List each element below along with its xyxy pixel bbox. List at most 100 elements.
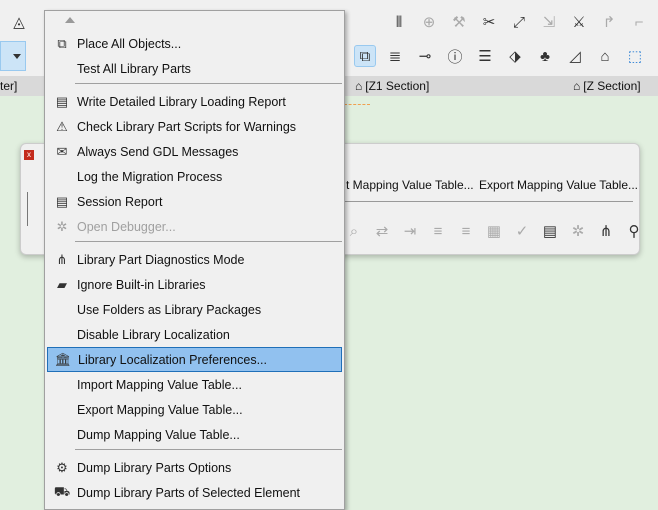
blank-icon bbox=[47, 425, 77, 445]
menu-item[interactable]: Log the Migration Process bbox=[47, 164, 342, 189]
menu-item-label: Test All Library Parts bbox=[77, 62, 191, 76]
folder-icon: ▰ bbox=[47, 275, 77, 295]
diagnostics-icon: ⋔ bbox=[47, 250, 77, 270]
blank-icon bbox=[47, 300, 77, 320]
menu-item-label: Disable Library Localization bbox=[77, 328, 230, 342]
menu-item-label: Check Library Part Scripts for Warnings bbox=[77, 120, 296, 134]
info-icon[interactable]: ⓘ bbox=[444, 45, 466, 67]
menu-item[interactable]: ⚠Check Library Part Scripts for Warnings bbox=[47, 114, 342, 139]
export-mapping-button[interactable]: Export Mapping Value Table... bbox=[479, 178, 638, 192]
menu-item-label: Place All Objects... bbox=[77, 37, 181, 51]
menu-item[interactable]: Use Folders as Library Packages bbox=[47, 297, 342, 322]
resize-icon[interactable]: ⤢ bbox=[508, 11, 530, 33]
menu-item-label: Use Folders as Library Packages bbox=[77, 303, 261, 317]
menu-item-label: Library Localization Preferences... bbox=[78, 353, 267, 367]
menu-item[interactable]: ✉Always Send GDL Messages bbox=[47, 139, 342, 164]
scissors-icon[interactable]: ✂ bbox=[478, 11, 500, 33]
dropdown-button[interactable] bbox=[0, 41, 26, 71]
tab-z1-section[interactable]: ⌂[Z1 Section] bbox=[355, 79, 429, 93]
tab-label: [Z Section] bbox=[583, 79, 640, 93]
menu-separator bbox=[75, 241, 342, 245]
close-icon[interactable]: x bbox=[24, 150, 34, 160]
zoom-icon[interactable]: ⊕ bbox=[418, 11, 440, 33]
report-icon: ▤ bbox=[47, 192, 77, 212]
menu-item-label: Dump Library Parts of Selected Element bbox=[77, 486, 300, 500]
menu-items: ⧉Place All Objects... Test All Library Pa… bbox=[45, 31, 344, 510]
menu-item-label: Ignore Built-in Libraries bbox=[77, 278, 206, 292]
menu-separator bbox=[75, 449, 342, 453]
message-icon: ✉ bbox=[47, 142, 77, 162]
house-icon: ⌂ bbox=[573, 79, 580, 93]
menu-item[interactable]: ▰Ignore Built-in Libraries bbox=[47, 272, 342, 297]
toolbar-left: ◬ bbox=[8, 8, 30, 36]
blank-icon bbox=[47, 167, 77, 187]
house-icon[interactable]: ⌂ bbox=[594, 45, 616, 67]
link-icon[interactable]: ⊸ bbox=[414, 45, 436, 67]
error-list-icon[interactable]: ≡ bbox=[455, 220, 477, 242]
tag-icon[interactable]: ⬗ bbox=[504, 45, 526, 67]
divider bbox=[27, 192, 28, 226]
menu-item-label: Log the Migration Process bbox=[77, 170, 222, 184]
blank-icon bbox=[47, 375, 77, 395]
report-icon: ▤ bbox=[47, 92, 77, 112]
menu-item[interactable]: ⛟Dump Library Parts of Selected Element bbox=[47, 480, 342, 505]
debugger-icon: ✲ bbox=[47, 217, 77, 237]
place-objects-icon: ⧉ bbox=[47, 34, 77, 54]
import-mapping-button[interactable]: t Mapping Value Table... bbox=[346, 178, 474, 192]
menu-item[interactable]: ⚙Dump Library Parts Options bbox=[47, 455, 342, 480]
view-icon[interactable]: ◿ bbox=[564, 45, 586, 67]
tab-label: ter] bbox=[0, 79, 17, 93]
indent-icon[interactable]: ⇥ bbox=[399, 220, 421, 242]
scroll-up-icon[interactable] bbox=[65, 17, 75, 23]
library-icon[interactable]: ⧉ bbox=[354, 45, 376, 67]
blank-icon bbox=[47, 59, 77, 79]
list-icon[interactable]: ☰ bbox=[474, 45, 496, 67]
3d-icon[interactable]: ⬚ bbox=[624, 45, 646, 67]
menu-item-label: Library Part Diagnostics Mode bbox=[77, 253, 244, 267]
menu-item[interactable]: Export Mapping Value Table... bbox=[47, 397, 342, 422]
tool-icon[interactable]: ⚔ bbox=[568, 11, 590, 33]
menu-item[interactable]: Write Archicad data provided to GDL bbox=[47, 505, 342, 510]
archicad-logo-icon[interactable]: ◬ bbox=[8, 11, 30, 33]
dump-options-icon: ⚙ bbox=[47, 458, 77, 478]
menu-item[interactable]: Import Mapping Value Table... bbox=[47, 372, 342, 397]
toolbar-row-1: ⫴ ⊕ ⚒ ✂ ⤢ ⇲ ⚔ ↱ ⌐ bbox=[388, 8, 650, 36]
warning-list-icon[interactable]: ≡ bbox=[427, 220, 449, 242]
menu-item-label: Write Detailed Library Loading Report bbox=[77, 95, 286, 109]
localization-icon[interactable]: ⚲ bbox=[623, 220, 645, 242]
diagnostics-icon[interactable]: ⋔ bbox=[595, 220, 617, 242]
menu-item[interactable]: ⧉Place All Objects... bbox=[47, 31, 342, 56]
debugger-icon[interactable]: ✲ bbox=[567, 220, 589, 242]
move-icon[interactable]: ⇲ bbox=[538, 11, 560, 33]
menu-item[interactable]: ▤Session Report bbox=[47, 189, 342, 214]
check-script-icon[interactable]: ✓ bbox=[511, 220, 533, 242]
tab-z-section[interactable]: ⌂[Z Section] bbox=[573, 79, 641, 93]
menu-item[interactable]: Dump Mapping Value Table... bbox=[47, 422, 342, 447]
tab-label: [Z1 Section] bbox=[365, 79, 429, 93]
corner-icon[interactable]: ⌐ bbox=[628, 11, 650, 33]
menu-item[interactable]: 🏛Library Localization Preferences... bbox=[47, 347, 342, 372]
replace-icon[interactable]: ⇄ bbox=[371, 220, 393, 242]
localization-icon: 🏛 bbox=[48, 350, 78, 370]
arc-icon[interactable]: ↱ bbox=[598, 11, 620, 33]
report-icon[interactable]: ▤ bbox=[539, 220, 561, 242]
dashed-line bbox=[344, 104, 370, 105]
guid-icon[interactable]: ▦ bbox=[483, 220, 505, 242]
menu-item[interactable]: Disable Library Localization bbox=[47, 322, 342, 347]
divider bbox=[341, 201, 633, 202]
search-icon[interactable]: ⌕ bbox=[343, 220, 365, 242]
menu-item[interactable]: Test All Library Parts bbox=[47, 56, 342, 81]
tab-partial[interactable]: ter] bbox=[0, 79, 17, 93]
layers-icon[interactable]: ≣ bbox=[384, 45, 406, 67]
palette-icons: ⌕ ⇄ ⇥ ≡ ≡ ▦ ✓ ▤ ✲ ⋔ ⚲ bbox=[343, 220, 645, 242]
menu-item[interactable]: ⋔Library Part Diagnostics Mode bbox=[47, 247, 342, 272]
menu-separator bbox=[75, 83, 342, 87]
menu-item-label: Dump Mapping Value Table... bbox=[77, 428, 240, 442]
hammer-icon[interactable]: ⚒ bbox=[448, 11, 470, 33]
tree-icon[interactable]: ♣ bbox=[534, 45, 556, 67]
menu-item[interactable]: ▤Write Detailed Library Loading Report bbox=[47, 89, 342, 114]
menu-item-label: Open Debugger... bbox=[77, 220, 176, 234]
column-icon[interactable]: ⫴ bbox=[388, 11, 410, 33]
menu-item-label: Session Report bbox=[77, 195, 162, 209]
house-icon: ⌂ bbox=[355, 79, 362, 93]
